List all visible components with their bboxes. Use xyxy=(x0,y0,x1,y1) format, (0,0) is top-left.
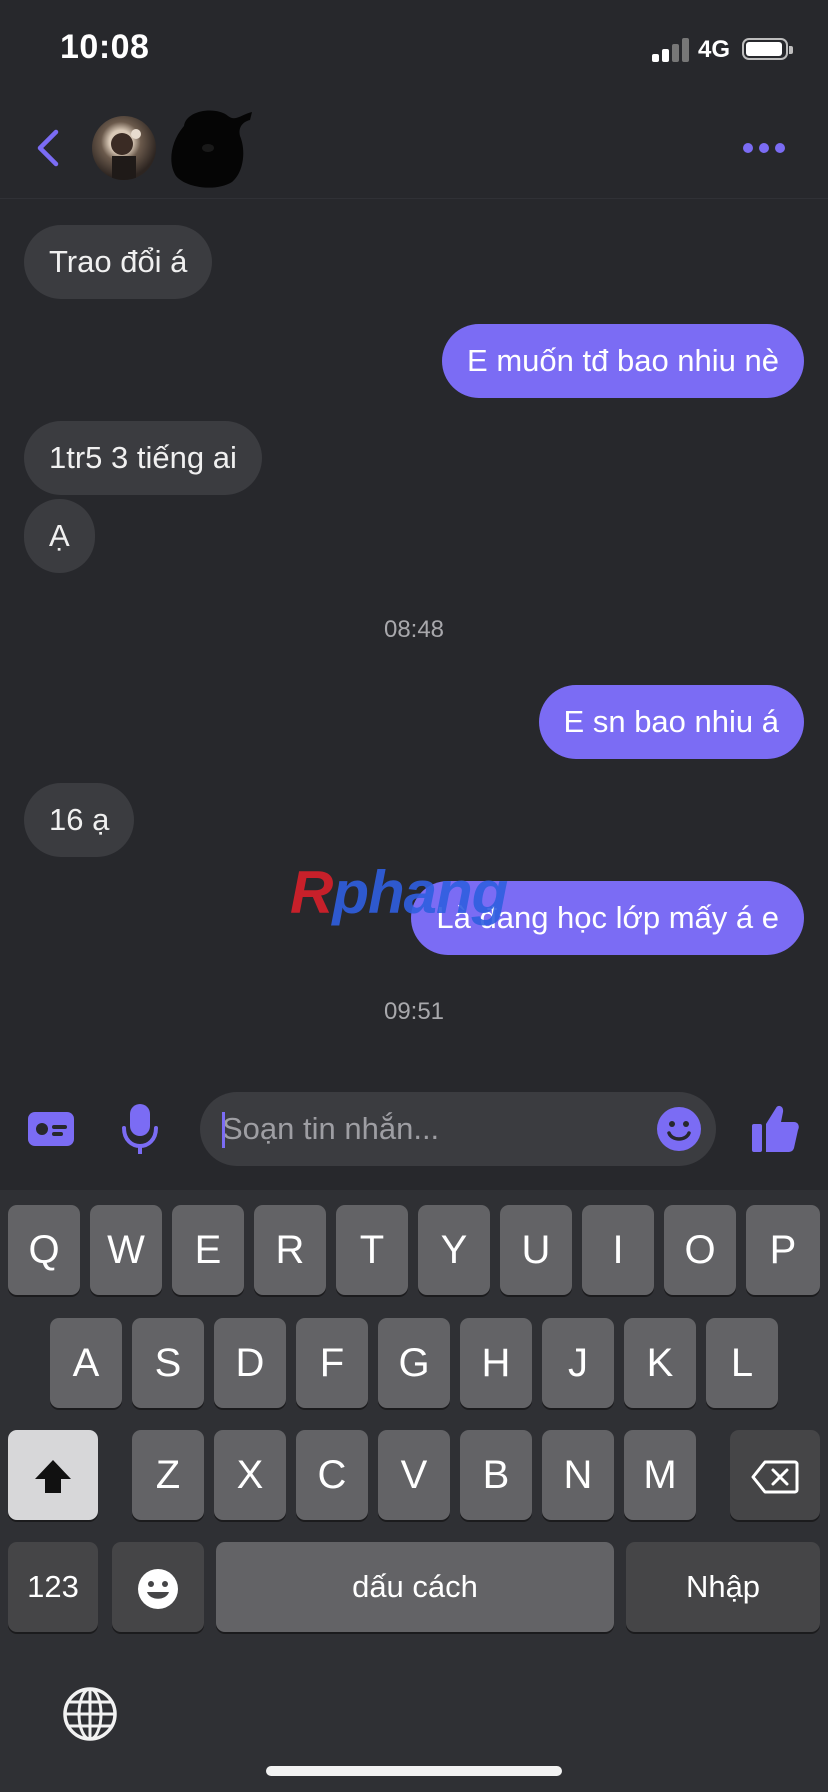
chevron-left-icon xyxy=(37,129,59,167)
key-c[interactable]: C xyxy=(296,1430,368,1520)
globe-icon xyxy=(63,1687,117,1741)
key-k[interactable]: K xyxy=(624,1318,696,1408)
key-f[interactable]: F xyxy=(296,1318,368,1408)
key-q[interactable]: Q xyxy=(8,1205,80,1295)
network-type: 4G xyxy=(698,36,731,63)
contact-card-icon xyxy=(28,1112,74,1146)
delete-key[interactable] xyxy=(730,1430,820,1520)
more-options-button[interactable] xyxy=(740,130,788,164)
message-composer xyxy=(0,1080,828,1190)
emoji-button[interactable] xyxy=(656,1106,702,1152)
message-incoming[interactable]: Trao đổi á xyxy=(24,225,213,299)
emoji-icon xyxy=(138,1569,178,1610)
key-i[interactable]: I xyxy=(582,1205,654,1295)
message-incoming[interactable]: 16 ạ xyxy=(24,783,135,857)
voice-message-button[interactable] xyxy=(118,1100,162,1158)
chat-screen: 10:08 4G Trao đổi á E muốn tđ bao nhiu n… xyxy=(0,0,828,1792)
signal-icon xyxy=(652,38,690,62)
microphone-icon xyxy=(122,1104,158,1154)
key-w[interactable]: W xyxy=(90,1205,162,1295)
key-h[interactable]: H xyxy=(460,1318,532,1408)
shift-key[interactable] xyxy=(8,1430,98,1520)
battery-icon xyxy=(742,38,793,60)
ellipsis-icon xyxy=(743,143,753,153)
key-g[interactable]: G xyxy=(378,1318,450,1408)
key-m[interactable]: M xyxy=(624,1430,696,1520)
key-e[interactable]: E xyxy=(172,1205,244,1295)
shift-icon xyxy=(35,1460,71,1494)
key-a[interactable]: A xyxy=(50,1318,122,1408)
status-bar: 10:08 4G xyxy=(0,0,828,100)
home-indicator[interactable] xyxy=(266,1766,562,1776)
chat-header xyxy=(0,100,828,199)
key-u[interactable]: U xyxy=(500,1205,572,1295)
key-y[interactable]: Y xyxy=(418,1205,490,1295)
globe-key[interactable] xyxy=(62,1686,118,1742)
numbers-key[interactable]: 123 xyxy=(8,1542,98,1632)
message-timestamp: 08:48 xyxy=(383,616,445,643)
back-button[interactable] xyxy=(28,122,72,174)
key-x[interactable]: X xyxy=(214,1430,286,1520)
backspace-icon xyxy=(751,1460,799,1494)
return-key[interactable]: Nhập xyxy=(626,1542,820,1632)
key-s[interactable]: S xyxy=(132,1318,204,1408)
thumbs-up-icon xyxy=(752,1105,799,1152)
key-l[interactable]: L xyxy=(706,1318,778,1408)
key-p[interactable]: P xyxy=(746,1205,820,1295)
message-input-box[interactable] xyxy=(200,1092,716,1166)
message-outgoing[interactable]: E sn bao nhiu á xyxy=(538,685,804,759)
avatar[interactable] xyxy=(92,116,156,180)
emoji-key[interactable] xyxy=(112,1542,204,1632)
key-o[interactable]: O xyxy=(664,1205,736,1295)
like-button[interactable] xyxy=(750,1102,800,1154)
redacted-name xyxy=(171,110,252,188)
key-n[interactable]: N xyxy=(542,1430,614,1520)
text-caret xyxy=(222,1112,225,1148)
on-screen-keyboard: Q W E R T Y U I O P A S D F G H J K L Z … xyxy=(0,1190,828,1792)
emoji-icon xyxy=(657,1107,701,1151)
key-d[interactable]: D xyxy=(214,1318,286,1408)
message-outgoing[interactable]: E muốn tđ bao nhiu nè xyxy=(442,324,804,398)
message-incoming[interactable]: Ạ xyxy=(24,499,95,573)
key-z[interactable]: Z xyxy=(132,1430,204,1520)
watermark-logo: Rphang xyxy=(290,859,508,926)
key-r[interactable]: R xyxy=(254,1205,326,1295)
key-v[interactable]: V xyxy=(378,1430,450,1520)
message-input[interactable] xyxy=(222,1092,642,1166)
key-t[interactable]: T xyxy=(336,1205,408,1295)
message-timestamp: 09:51 xyxy=(383,998,445,1025)
key-j[interactable]: J xyxy=(542,1318,614,1408)
message-incoming[interactable]: 1tr5 3 tiếng ai xyxy=(24,421,262,495)
contact-card-button[interactable] xyxy=(26,1108,76,1150)
status-time: 10:08 xyxy=(60,28,150,66)
space-key[interactable]: dấu cách xyxy=(216,1542,614,1632)
key-b[interactable]: B xyxy=(460,1430,532,1520)
